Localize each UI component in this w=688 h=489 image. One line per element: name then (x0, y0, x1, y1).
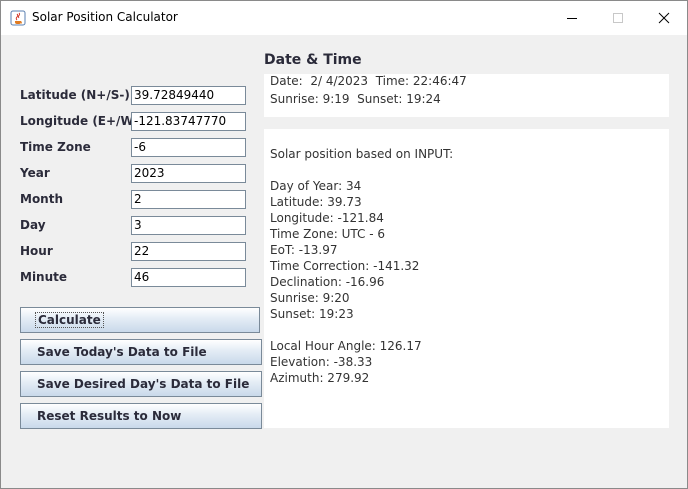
result-line: Latitude: 39.73 (270, 195, 362, 209)
longitude-label: Longitude (E+/W-) (20, 114, 144, 128)
month-label: Month (20, 192, 64, 206)
date-time-panel: Date: 2/ 4/2023 Time: 22:46:47 Sunrise: … (264, 74, 669, 117)
date-time-heading: Date & Time (264, 52, 362, 68)
result-line: EoT: -13.97 (270, 243, 338, 257)
day-field[interactable] (131, 216, 246, 235)
result-line: Local Hour Angle: 126.17 (270, 339, 422, 353)
save-today-button[interactable]: Save Today's Data to File (20, 339, 262, 365)
results-header: Solar position based on INPUT: (270, 147, 454, 161)
result-line: Elevation: -38.33 (270, 355, 373, 369)
day-label: Day (20, 218, 46, 232)
save-desired-day-button[interactable]: Save Desired Day's Data to File (20, 371, 262, 397)
month-field[interactable] (131, 190, 246, 209)
reset-results-button[interactable]: Reset Results to Now (20, 403, 262, 429)
result-line: Sunrise: 9:20 (270, 291, 350, 305)
result-line: Declination: -16.96 (270, 275, 385, 289)
time-zone-field[interactable] (131, 138, 246, 157)
longitude-field[interactable] (131, 112, 246, 131)
result-line: Longitude: -121.84 (270, 211, 384, 225)
calculate-button-label: Calculate (35, 312, 104, 328)
hour-label: Hour (20, 244, 53, 258)
latitude-label: Latitude (N+/S-) (20, 88, 130, 102)
year-label: Year (20, 166, 50, 180)
close-button[interactable] (641, 1, 687, 35)
minimize-icon (567, 18, 577, 19)
result-line: Time Zone: UTC - 6 (270, 227, 385, 241)
minute-field[interactable] (131, 268, 246, 287)
maximize-button[interactable] (595, 1, 641, 35)
maximize-icon (613, 13, 623, 23)
hour-field[interactable] (131, 242, 246, 261)
minute-label: Minute (20, 270, 68, 284)
calculate-button[interactable]: Calculate (20, 307, 260, 333)
minimize-button[interactable] (549, 1, 595, 35)
result-line: Sunset: 19:23 (270, 307, 354, 321)
time-zone-label: Time Zone (20, 140, 91, 154)
year-field[interactable] (131, 164, 246, 183)
date-time-line: Date: 2/ 4/2023 Time: 22:46:47 (270, 74, 467, 88)
title-bar[interactable]: Solar Position Calculator (1, 1, 687, 35)
result-line: Time Correction: -141.32 (270, 259, 420, 273)
result-line: Azimuth: 279.92 (270, 371, 370, 385)
window-title: Solar Position Calculator (32, 10, 178, 24)
latitude-field[interactable] (131, 86, 246, 105)
results-panel: Solar position based on INPUT: Day of Ye… (264, 129, 669, 428)
result-line: Day of Year: 34 (270, 179, 362, 193)
sunrise-sunset-line: Sunrise: 9:19 Sunset: 19:24 (270, 92, 441, 106)
app-window: Solar Position Calculator Latitude (N+/S… (0, 0, 688, 489)
close-icon (658, 12, 670, 24)
java-cup-icon (10, 10, 26, 26)
